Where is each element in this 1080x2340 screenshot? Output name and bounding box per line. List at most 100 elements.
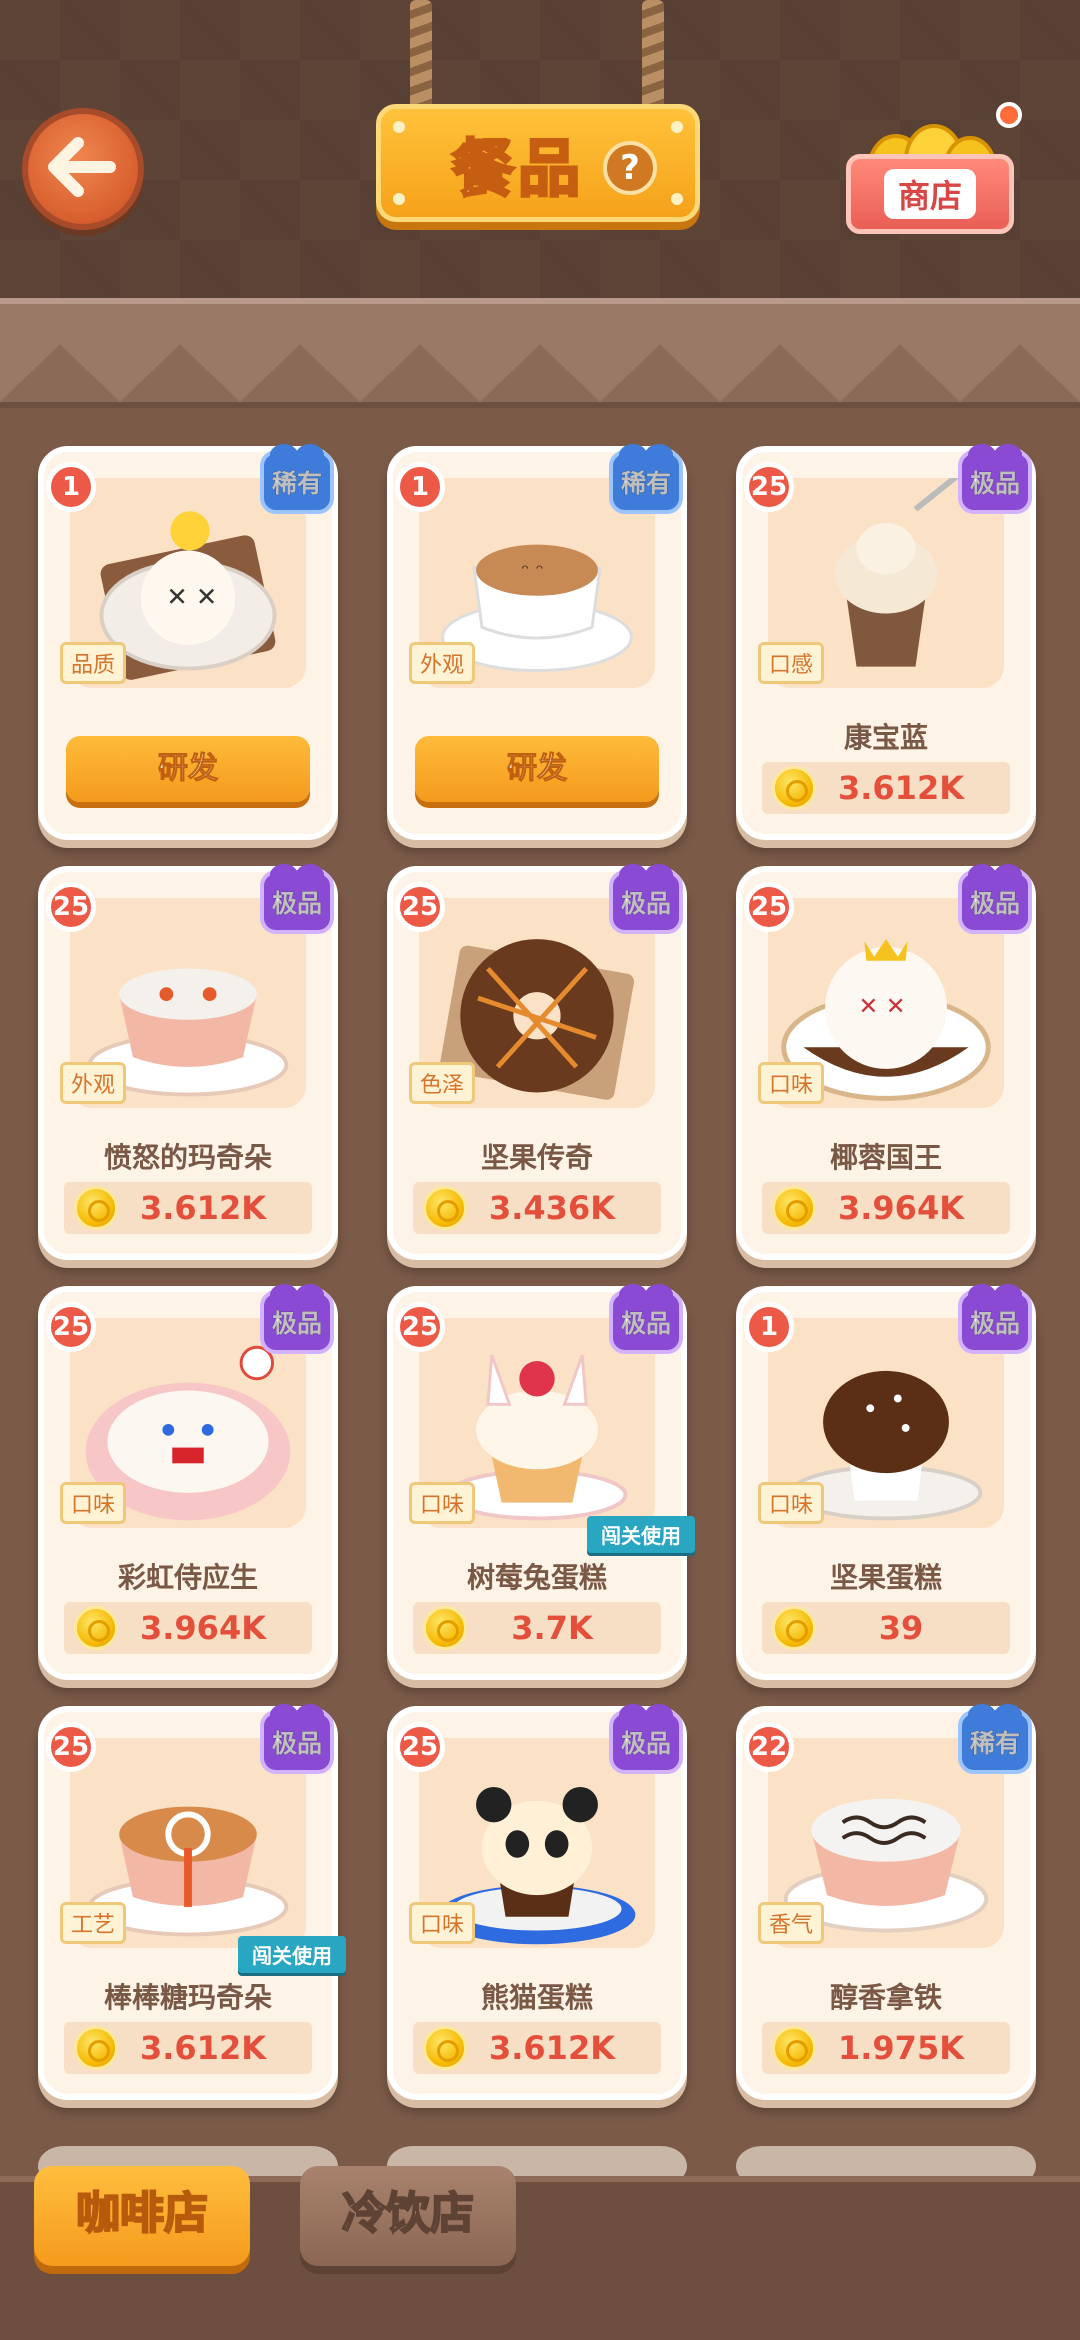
item-name: 椰蓉国王 <box>829 1141 942 1174</box>
level-badge: 1 <box>46 462 96 512</box>
food-card[interactable]: 25 极品口味熊猫蛋糕 3.612K <box>387 1704 687 2100</box>
rarity-label: 极品 <box>620 1309 671 1339</box>
rarity-label: 极品 <box>969 889 1020 919</box>
rarity-badge: 极品 <box>256 1704 338 1778</box>
page-title: 餐品 <box>450 131 584 207</box>
price-value: 39 <box>878 1609 924 1647</box>
level-badge: 22 <box>744 1722 794 1772</box>
coin-icon <box>772 1606 816 1650</box>
svg-text:✕ ✕: ✕ ✕ <box>166 583 217 613</box>
coin-icon <box>423 1186 467 1230</box>
attribute-tag: 外观 <box>409 642 476 684</box>
level-badge: 25 <box>395 882 445 932</box>
attribute-tag: 口味 <box>409 1902 476 1944</box>
level-badge: 25 <box>46 1722 96 1772</box>
rarity-badge: 稀有 <box>605 444 687 518</box>
rarity-label: 极品 <box>969 469 1020 499</box>
rarity-label: 稀有 <box>620 469 671 499</box>
food-card[interactable]: ᵔ ᵔ 1 稀有 外观 研发 <box>387 444 687 840</box>
tab-coffee-shop[interactable]: 咖啡店 <box>34 2166 250 2266</box>
coin-icon <box>423 1606 467 1650</box>
item-name: 坚果蛋糕 <box>829 1561 942 1594</box>
rarity-badge: 极品 <box>605 1284 687 1358</box>
attribute-tag: 口感 <box>758 642 825 684</box>
coin-icon <box>772 766 816 810</box>
rarity-badge: 极品 <box>954 864 1036 938</box>
rarity-badge: 极品 <box>954 444 1036 518</box>
arrow-left-icon <box>48 137 118 201</box>
food-card[interactable]: 25 极品 外观 愤怒的玛奇朵 3.612K <box>38 864 338 1260</box>
food-card[interactable]: 22 稀有 香气 醇香拿铁 1.975K <box>736 1704 1036 2100</box>
item-name: 愤怒的玛奇朵 <box>103 1141 272 1174</box>
rarity-label: 极品 <box>271 1729 322 1759</box>
rarity-badge: 极品 <box>605 864 687 938</box>
tab-cold-drink-shop[interactable]: 冷饮店 <box>300 2166 516 2266</box>
item-name: 醇香拿铁 <box>829 1981 942 2014</box>
level-badge: 1 <box>395 462 445 512</box>
price-bar: 3.964K <box>762 1182 1010 1234</box>
attribute-tag: 外观 <box>60 1062 127 1104</box>
coin-icon <box>74 1186 118 1230</box>
price-value: 3.7K <box>511 1609 593 1647</box>
price-bar: 3.964K <box>64 1602 312 1654</box>
attribute-tag: 工艺 <box>60 1902 127 1944</box>
rope-left <box>410 0 432 115</box>
rarity-label: 极品 <box>620 1729 671 1759</box>
attribute-tag: 品质 <box>60 642 127 684</box>
price-bar: 3.612K <box>413 2022 661 2074</box>
shop-basket: 商店 <box>846 154 1014 234</box>
food-card[interactable]: 25 极品 口味 闯关使用 树莓兔蛋糕 3.7K <box>387 1284 695 1680</box>
level-badge: 1 <box>744 1302 794 1352</box>
level-badge: 25 <box>395 1302 445 1352</box>
price-value: 3.436K <box>488 1189 615 1227</box>
shop-button[interactable]: 商店 <box>846 98 1022 236</box>
develop-button[interactable]: 研发 <box>415 736 659 802</box>
price-value: 1.975K <box>837 2029 964 2067</box>
rarity-badge: 极品 <box>605 1704 687 1778</box>
attribute-tag: 口味 <box>758 1062 825 1104</box>
coin-icon <box>74 2026 118 2070</box>
notification-dot <box>996 102 1022 128</box>
price-value: 3.612K <box>837 769 964 807</box>
rarity-label: 极品 <box>969 1309 1020 1339</box>
event-ribbon: 闯关使用 <box>238 1936 346 1973</box>
rarity-badge: 极品 <box>256 1284 338 1358</box>
level-badge: 25 <box>744 462 794 512</box>
coin-icon <box>772 1186 816 1230</box>
coin-icon <box>423 2026 467 2070</box>
decorative-strip <box>0 298 1080 408</box>
price-value: 3.612K <box>139 1189 266 1227</box>
rarity-label: 稀有 <box>969 1729 1020 1759</box>
level-badge: 25 <box>46 882 96 932</box>
food-card[interactable]: 25 极品 口味 彩虹侍应生 3.964K <box>38 1284 338 1680</box>
price-value: 3.964K <box>139 1609 266 1647</box>
food-card[interactable]: 25 极品 色泽 坚果传奇 3.436K <box>387 864 687 1260</box>
rarity-badge: 稀有 <box>954 1704 1036 1778</box>
price-bar: 3.436K <box>413 1182 661 1234</box>
item-name: 熊猫蛋糕 <box>480 1981 593 2014</box>
level-badge: 25 <box>46 1302 96 1352</box>
price-bar: 3.612K <box>64 2022 312 2074</box>
food-card[interactable]: ✕ ✕ 25 极品 口味 椰蓉国王 3.964K <box>736 864 1036 1260</box>
event-ribbon: 闯关使用 <box>587 1516 695 1553</box>
help-button[interactable]: ? <box>603 141 657 195</box>
price-value: 3.612K <box>139 2029 266 2067</box>
rarity-badge: 稀有 <box>256 444 338 518</box>
price-bar: 3.612K <box>64 1182 312 1234</box>
level-badge: 25 <box>744 882 794 932</box>
coin-icon <box>772 2026 816 2070</box>
price-bar: 39 <box>762 1602 1010 1654</box>
food-card[interactable]: 1 极品 口味 坚果蛋糕 39 <box>736 1284 1036 1680</box>
item-name: 康宝蓝 <box>843 721 928 754</box>
price-bar: 3.7K <box>413 1602 661 1654</box>
rope-right <box>642 0 664 115</box>
attribute-tag: 口味 <box>409 1482 476 1524</box>
food-card[interactable]: ✕ ✕ 1 稀有品质研发 <box>38 444 338 840</box>
level-badge: 25 <box>395 1722 445 1772</box>
rarity-label: 极品 <box>271 1309 322 1339</box>
develop-button[interactable]: 研发 <box>66 736 310 802</box>
food-card[interactable]: 25 极品口感康宝蓝 3.612K <box>736 444 1036 840</box>
rarity-badge: 极品 <box>954 1284 1036 1358</box>
back-button[interactable] <box>22 108 144 230</box>
food-card[interactable]: 25 极品 工艺 闯关使用 棒棒糖玛奇朵 3.612K <box>38 1704 346 2100</box>
